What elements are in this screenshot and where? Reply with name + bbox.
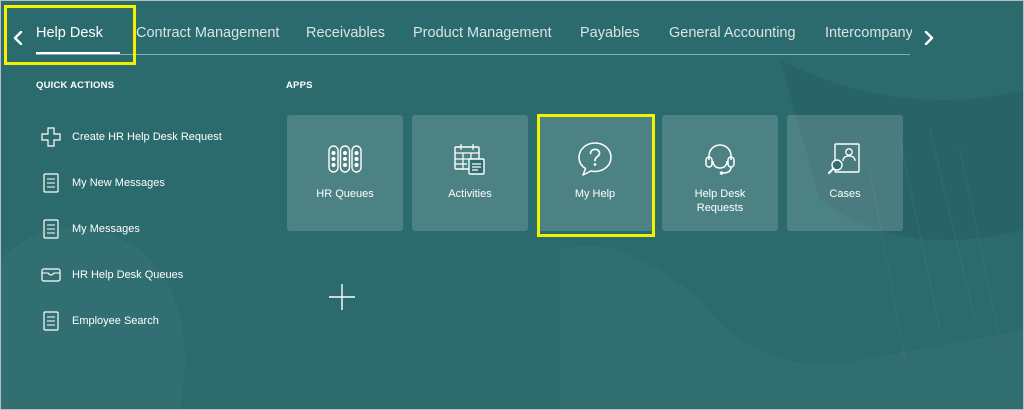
tab-label: Product Management: [413, 25, 552, 41]
tab-label: Contract Management: [136, 25, 280, 41]
quick-action-label: HR Help Desk Queues: [72, 269, 184, 281]
quick-action-create-request[interactable]: Create HR Help Desk Request: [40, 124, 222, 150]
document-icon: [40, 218, 62, 240]
quick-action-hr-help-desk-queues[interactable]: HR Help Desk Queues: [40, 262, 183, 288]
quick-action-my-messages[interactable]: My Messages: [40, 216, 140, 242]
app-tile-hr-queues[interactable]: HR Queues: [287, 115, 403, 231]
tab-label: General Accounting: [669, 25, 796, 41]
highlight-box-tab: [4, 5, 136, 65]
document-icon: [40, 172, 62, 194]
tab-strip: Help Desk Contract Management Receivable…: [36, 14, 912, 56]
app-tile-label: HR Queues: [316, 188, 374, 200]
tab-product-management[interactable]: Product Management: [413, 25, 552, 41]
calendar-icon: [450, 139, 490, 179]
tab-receivables[interactable]: Receivables: [306, 25, 385, 41]
plus-icon: [40, 126, 62, 148]
apps-title: APPS: [286, 80, 313, 91]
tab-intercompany-accounting[interactable]: Intercompany Accounting: [825, 25, 912, 41]
tab-label: Receivables: [306, 25, 385, 41]
tab-payables[interactable]: Payables: [580, 25, 640, 41]
quick-action-employee-search[interactable]: Employee Search: [40, 308, 159, 334]
add-app-icon: [329, 284, 355, 310]
document-icon: [40, 310, 62, 332]
tab-label: Intercompany Accounting: [825, 25, 912, 41]
tab-label: Payables: [580, 25, 640, 41]
nav-next-button[interactable]: [919, 24, 939, 52]
app-tile-label: Cases: [829, 188, 861, 200]
tab-contract-management[interactable]: Contract Management: [136, 25, 279, 41]
case-icon: [825, 139, 865, 179]
add-app-button[interactable]: [327, 282, 357, 312]
app-tile-help-desk-requests[interactable]: Help Desk Requests: [662, 115, 778, 231]
app-tile-label: Activities: [448, 188, 492, 200]
quick-action-label: Employee Search: [72, 315, 159, 327]
quick-action-label: My New Messages: [72, 177, 165, 189]
queues-icon: [325, 139, 365, 179]
app-tile-label: Help Desk Requests: [694, 188, 746, 214]
headset-icon: [700, 139, 740, 179]
chevron-right-icon: [924, 31, 934, 45]
inbox-icon: [40, 264, 62, 286]
tab-general-accounting[interactable]: General Accounting: [669, 25, 796, 41]
tab-strip-divider: [36, 54, 910, 55]
highlight-box-my-help: [537, 114, 655, 237]
quick-action-label: My Messages: [72, 223, 140, 235]
top-navigation: Help Desk Contract Management Receivable…: [0, 0, 1024, 70]
quick-actions-title: QUICK ACTIONS: [36, 80, 115, 91]
app-tile-cases[interactable]: Cases: [787, 115, 903, 231]
app-tile-activities[interactable]: Activities: [412, 115, 528, 231]
quick-action-my-new-messages[interactable]: My New Messages: [40, 170, 165, 196]
quick-action-label: Create HR Help Desk Request: [72, 131, 222, 143]
